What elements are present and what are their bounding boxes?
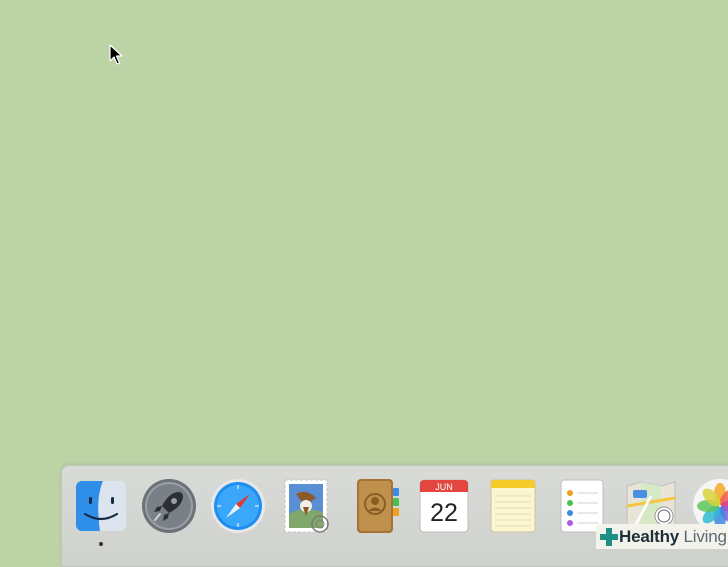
- finder-running-indicator: [99, 542, 103, 546]
- dock-item-notes[interactable]: [483, 476, 543, 536]
- mouse-pointer-icon: [109, 44, 123, 65]
- watermark-brand-bold: Healthy: [619, 526, 680, 546]
- watermark: Healthy Living: [596, 524, 728, 549]
- watermark-text: Healthy Living: [619, 527, 727, 547]
- calendar-icon: JUN 22: [419, 479, 469, 533]
- calendar-day-label: 22: [430, 499, 458, 527]
- dock-item-safari[interactable]: [208, 476, 268, 536]
- mail-stamp-icon: [284, 479, 329, 533]
- finder-icon: [76, 481, 126, 531]
- dock-item-contacts[interactable]: [345, 476, 405, 536]
- dock: JUN 22: [61, 465, 728, 567]
- notes-pad-icon: [490, 479, 536, 533]
- dock-item-launchpad[interactable]: [139, 476, 199, 536]
- contacts-book-icon: [357, 479, 399, 533]
- launchpad-rocket-icon: [142, 479, 196, 533]
- watermark-brand-light: Living: [683, 526, 727, 546]
- dock-item-calendar[interactable]: JUN 22: [414, 476, 474, 536]
- plus-cross-icon: [600, 527, 618, 546]
- safari-compass-icon: [211, 479, 265, 533]
- dock-item-finder[interactable]: [71, 476, 131, 536]
- dock-item-mail[interactable]: [276, 476, 336, 536]
- calendar-month-label: JUN: [435, 482, 453, 492]
